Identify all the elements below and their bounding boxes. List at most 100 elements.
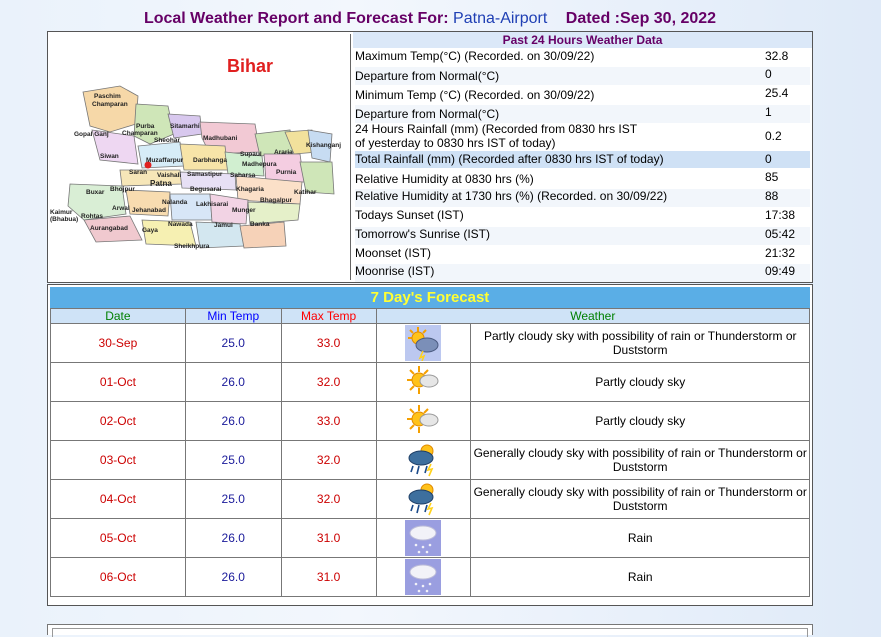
table-row: Tomorrow's Sunrise (IST) 05:42 <box>355 227 810 245</box>
forecast-min-temp: 26.0 <box>184 557 282 597</box>
forecast-min-temp: 26.0 <box>184 362 282 402</box>
forecast-weather-text: Rain <box>470 557 810 597</box>
table-row: Relative Humidity at 0830 hrs (%) 85 <box>355 170 810 188</box>
forecast-max-temp: 31.0 <box>280 557 377 597</box>
row-value: 0.2 <box>765 129 782 143</box>
row-value: 17:38 <box>765 208 796 222</box>
svg-text:Khagaria: Khagaria <box>236 186 264 193</box>
row-value: 09:49 <box>765 264 796 278</box>
forecast-row: 02-Oct 26.0 33.0 Partly cloudy sky <box>50 401 810 441</box>
svg-text:Nawada: Nawada <box>168 221 193 228</box>
col-min-header: Min Temp <box>184 308 282 324</box>
table-row: Todays Sunset (IST) 17:38 <box>355 208 810 226</box>
forecast-min-temp: 25.0 <box>184 323 282 363</box>
table-row: Moonset (IST) 21:32 <box>355 246 810 264</box>
station-name: Patna-Airport <box>453 10 548 27</box>
next-panel-edge <box>47 624 813 637</box>
forecast-date: 06-Oct <box>50 557 186 597</box>
forecast-max-temp: 31.0 <box>280 518 377 558</box>
forecast-date: 01-Oct <box>50 362 186 402</box>
svg-text:Kishanganj: Kishanganj <box>306 142 341 149</box>
row-value: 25.4 <box>765 86 789 100</box>
forecast-min-temp: 26.0 <box>184 518 282 558</box>
table-row: Moonrise (IST) 09:49 <box>355 264 810 282</box>
forecast-max-temp: 32.0 <box>280 362 377 402</box>
svg-text:Lakhisarai: Lakhisarai <box>196 201 228 208</box>
svg-text:Madhepura: Madhepura <box>242 161 277 168</box>
state-name: Bihar <box>227 56 274 76</box>
forecast-row: 03-Oct 25.0 32.0 Generally cloudy sky with … <box>50 440 810 480</box>
svg-text:Araria: Araria <box>274 149 293 156</box>
svg-text:Madhubani: Madhubani <box>203 135 237 142</box>
rain-icon <box>375 557 472 597</box>
row-label-line1: 24 Hours Rainfall (mm) (Recorded from 08… <box>355 122 638 136</box>
svg-text:(Bhabua): (Bhabua) <box>50 216 78 223</box>
svg-text:Sitamarhi: Sitamarhi <box>170 123 200 130</box>
svg-text:Purnia: Purnia <box>276 169 297 176</box>
table-row: Total Rainfall (mm) (Recorded after 0830… <box>355 151 810 168</box>
table-row: 24 Hours Rainfall (mm) (Recorded from 08… <box>355 122 810 151</box>
forecast-date: 02-Oct <box>50 401 186 441</box>
col-max-header: Max Temp <box>280 308 377 324</box>
forecast-row: 01-Oct 26.0 32.0 Partly cloudy sky <box>50 362 810 402</box>
row-label: Moonrise (IST) <box>355 264 435 278</box>
row-label: Relative Humidity at 1730 hrs (%) (Recor… <box>355 189 668 203</box>
sun-cloud-icon <box>375 401 472 441</box>
svg-text:Supaul: Supaul <box>240 151 262 158</box>
svg-text:Munger: Munger <box>232 207 256 214</box>
svg-text:Banka: Banka <box>250 221 270 228</box>
svg-text:Saran: Saran <box>129 169 147 176</box>
row-value: 85 <box>765 170 779 184</box>
past-24h-heading: Past 24 Hours Weather Data <box>353 32 812 48</box>
svg-text:Nalanda: Nalanda <box>162 199 188 206</box>
table-row: Departure from Normal(°C) 1 <box>355 105 810 123</box>
forecast-weather-text: Generally cloudy sky with possibility of… <box>470 440 810 480</box>
row-value: 88 <box>765 189 779 203</box>
forecast-max-temp: 33.0 <box>280 401 377 441</box>
svg-text:Champaran: Champaran <box>122 130 158 137</box>
past-24h-table: Past 24 Hours Weather Data Maximum Temp(… <box>353 32 812 282</box>
forecast-max-temp: 32.0 <box>280 440 377 480</box>
sun-cloud-icon <box>375 362 472 402</box>
table-row: Maximum Temp(°C) (Recorded. on 30/09/22)… <box>355 49 810 66</box>
row-label: Tomorrow's Sunrise (IST) <box>355 227 490 241</box>
forecast-weather-text: Generally cloudy sky with possibility of… <box>470 479 810 519</box>
rain-icon <box>375 518 472 558</box>
svg-text:Bhojpur: Bhojpur <box>110 186 135 193</box>
table-row: Minimum Temp (°C) (Recorded. on 30/09/22… <box>355 86 810 104</box>
forecast-date: 04-Oct <box>50 479 186 519</box>
forecast-heading: 7 Day's Forecast <box>50 287 810 308</box>
svg-text:Siwan: Siwan <box>100 153 119 160</box>
bihar-map: Paschim Champaran Purba Champaran Sitamarh… <box>50 34 351 280</box>
svg-text:Champaran: Champaran <box>92 101 128 108</box>
svg-text:Saharsa: Saharsa <box>230 172 256 179</box>
row-label: Departure from Normal(°C) <box>355 69 500 83</box>
svg-text:Gaya: Gaya <box>142 227 158 234</box>
row-value: 32.8 <box>765 49 789 63</box>
forecast-row: 04-Oct 25.0 32.0 Generally cloudy sky with … <box>50 479 810 519</box>
forecast-weather-text: Rain <box>470 518 810 558</box>
current-weather-panel: Paschim Champaran Purba Champaran Sitamarh… <box>47 31 813 283</box>
row-label: Todays Sunset (IST) <box>355 208 464 222</box>
forecast-min-temp: 26.0 <box>184 401 282 441</box>
svg-text:Gopal Ganj: Gopal Ganj <box>74 131 109 138</box>
svg-text:Darbhanga: Darbhanga <box>193 157 227 164</box>
forecast-min-temp: 25.0 <box>184 479 282 519</box>
svg-text:Sheohar: Sheohar <box>154 137 180 144</box>
forecast-weather-text: Partly cloudy sky with possibility of ra… <box>470 323 810 363</box>
row-label: Maximum Temp(°C) (Recorded. on 30/09/22) <box>355 49 595 63</box>
forecast-table: Date Min Temp Max Temp Weather 30-Sep 25.… <box>50 308 811 597</box>
table-row: Relative Humidity at 1730 hrs (%) (Recor… <box>355 189 810 207</box>
page-title: Local Weather Report and Forecast For: P… <box>0 10 860 28</box>
svg-text:Muzaffarpur: Muzaffarpur <box>146 157 184 164</box>
forecast-row: 30-Sep 25.0 33.0 Partly cloudy sky with pos… <box>50 323 810 363</box>
svg-text:Rohtas: Rohtas <box>81 213 103 220</box>
forecast-min-temp: 25.0 <box>184 440 282 480</box>
svg-text:Buxar: Buxar <box>86 189 105 196</box>
row-label: Relative Humidity at 0830 hrs (%) <box>355 172 534 186</box>
svg-text:Vaishali: Vaishali <box>157 172 181 179</box>
forecast-row: 05-Oct 26.0 31.0 Rain <box>50 518 810 558</box>
col-weather-header: Weather <box>375 308 811 324</box>
svg-text:Katihar: Katihar <box>294 189 317 196</box>
forecast-weather-text: Partly cloudy sky <box>470 401 810 441</box>
